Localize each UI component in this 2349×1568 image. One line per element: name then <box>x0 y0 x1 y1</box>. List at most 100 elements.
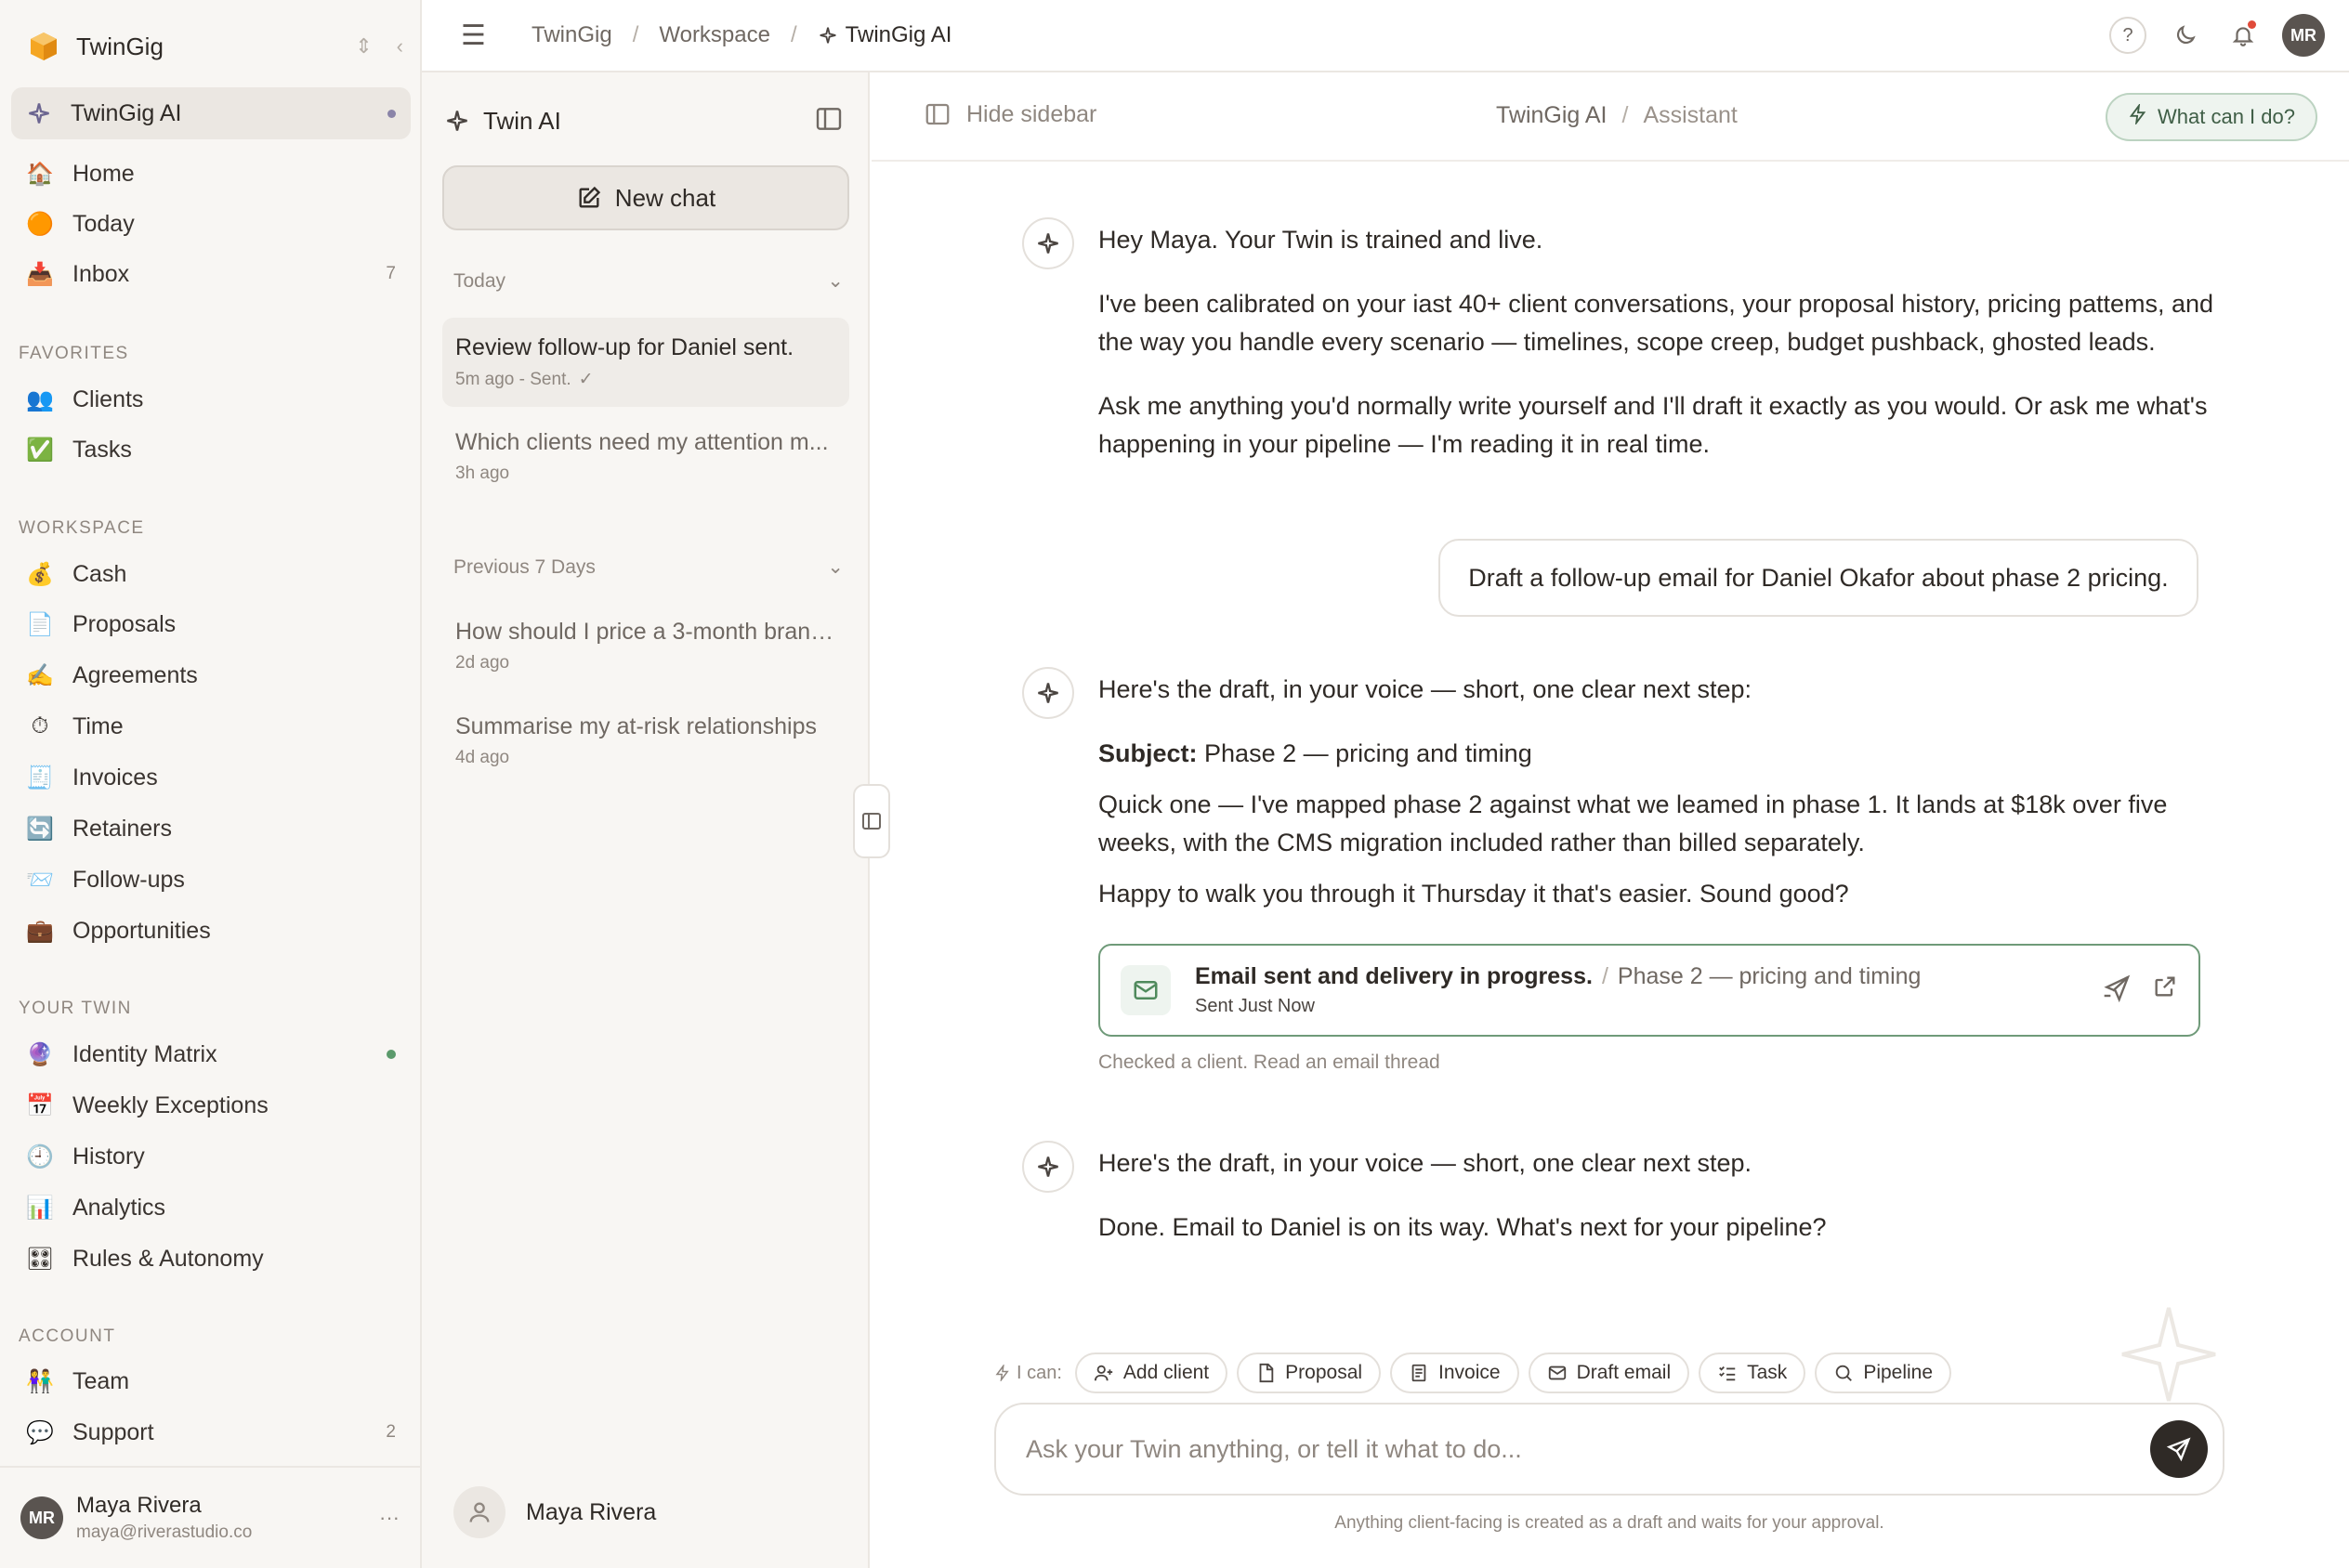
chip-task[interactable]: Task <box>1699 1352 1806 1393</box>
sidebar-item-followups[interactable]: 📨 Follow-ups <box>11 857 411 902</box>
send-status-icon[interactable] <box>2102 973 2132 1008</box>
sidebar-item-opportunities[interactable]: 💼 Opportunities <box>11 908 411 953</box>
proposals-icon: 📄 <box>26 611 54 637</box>
send-button[interactable] <box>2150 1420 2208 1478</box>
chat-title: Which clients need my attention m... <box>455 429 829 455</box>
sidebar-item-analytics[interactable]: 📊 Analytics <box>11 1185 411 1230</box>
sidebar-item-label: Time <box>72 712 124 739</box>
menu-icon[interactable]: ☰ <box>461 20 494 52</box>
today-icon: 🟠 <box>26 211 54 237</box>
ai-avatar-icon <box>1022 667 1074 719</box>
subject-label: Subject: <box>1098 739 1198 767</box>
chip-add-client[interactable]: Add client <box>1074 1352 1228 1393</box>
sidebar-item-today[interactable]: 🟠 Today <box>11 202 411 246</box>
workspace-name: TwinGig <box>76 32 164 60</box>
panel-toggle-icon[interactable] <box>814 104 844 138</box>
notifications-button[interactable] <box>2224 17 2262 54</box>
chip-invoice[interactable]: Invoice <box>1390 1352 1519 1393</box>
sidebar-item-home[interactable]: 🏠 Home <box>11 151 411 196</box>
sidebar-item-team[interactable]: 👫 Team <box>11 1359 411 1404</box>
group-today-toggle[interactable]: Today ⌄ <box>453 269 844 293</box>
chip-label: Invoice <box>1438 1362 1501 1383</box>
sparkle-icon <box>820 27 836 44</box>
user-icon <box>453 1486 505 1538</box>
ai-message: Here's the draft, in your voice — short,… <box>1098 671 2232 939</box>
sidebar-item-cash[interactable]: 💰 Cash <box>11 552 411 596</box>
sidebar-item-label: Proposals <box>72 610 177 637</box>
chat-title: Review follow-up for Daniel sent. <box>455 334 794 360</box>
avatar[interactable]: MR <box>2282 14 2325 57</box>
breadcrumb-workspace[interactable]: Workspace <box>659 22 770 48</box>
chip-pipeline[interactable]: Pipeline <box>1815 1352 1952 1393</box>
ai-message: Here's the draft, in your voice — short,… <box>1098 1144 2232 1273</box>
email-status: Email sent and delivery in progress. <box>1195 963 1593 989</box>
chip-draft-email[interactable]: Draft email <box>1528 1352 1690 1393</box>
chat-item[interactable]: Review follow-up for Daniel sent. 5m ago… <box>442 318 849 407</box>
message-paragraph: Here's the draft, in your voice — short,… <box>1098 675 1752 703</box>
chat-item[interactable]: Which clients need my attention m... 3h … <box>442 412 849 501</box>
sidebar-item-identity-matrix[interactable]: 🔮 Identity Matrix <box>11 1032 411 1077</box>
avatar: MR <box>20 1496 63 1539</box>
invoice-icon <box>1411 1364 1426 1382</box>
help-button[interactable]: ? <box>2109 17 2146 54</box>
group-previous-toggle[interactable]: Previous 7 Days ⌄ <box>453 555 844 579</box>
chip-label: Draft email <box>1576 1362 1672 1383</box>
followups-icon: 📨 <box>26 867 54 893</box>
clients-icon: 👥 <box>26 386 54 412</box>
chat-breadcrumb-app[interactable]: TwinGig AI <box>1496 102 1608 129</box>
collapse-sidebar-icon[interactable]: ‹ <box>397 34 403 59</box>
user-message-text: Draft a follow-up email for Daniel Okafo… <box>1468 563 2169 592</box>
sidebar-item-clients[interactable]: 👥 Clients <box>11 377 411 422</box>
chat-item[interactable]: Summarise my at-risk relationships 4d ag… <box>442 697 849 785</box>
theme-toggle-button[interactable] <box>2167 17 2204 54</box>
external-link-icon[interactable] <box>2152 973 2178 1008</box>
group-label: Today <box>453 269 506 292</box>
email-sent-time: Sent Just Now <box>1195 996 1315 1016</box>
sidebar-item-proposals[interactable]: 📄 Proposals <box>11 602 411 647</box>
lightning-icon <box>2128 102 2148 130</box>
chevron-down-icon: ⌄ <box>827 556 844 578</box>
sidebar-item-tasks[interactable]: ✅ Tasks <box>11 427 411 472</box>
chat-item[interactable]: How should I price a 3-month brand... 2d… <box>442 602 849 690</box>
sidebar-item-agreements[interactable]: ✍ Agreements <box>11 653 411 698</box>
invoices-icon: 🧾 <box>26 764 54 791</box>
workspace-switcher[interactable]: TwinGig ⇕ ‹ <box>28 28 403 65</box>
chat-user-profile[interactable]: Maya Rivera <box>453 1486 656 1538</box>
switch-workspace-icon[interactable]: ⇕ <box>355 34 372 59</box>
more-icon[interactable]: ··· <box>379 1506 400 1530</box>
breadcrumb: TwinGig / Workspace / TwinGig AI <box>531 22 951 48</box>
inbox-count-badge: 7 <box>386 264 396 283</box>
app-sidebar: TwinGig ⇕ ‹ TwinGig AI 🏠 Home 🟠 Today 📥 … <box>0 0 422 1568</box>
mail-icon <box>1548 1365 1566 1380</box>
sidebar-item-history[interactable]: 🕘 History <box>11 1134 411 1179</box>
sidebar-item-inbox[interactable]: 📥 Inbox 7 <box>11 252 411 296</box>
chip-label: Add client <box>1122 1362 1210 1383</box>
approval-disclaimer: Anything client-facing is created as a d… <box>1334 1513 1884 1533</box>
user-profile[interactable]: MR Maya Rivera maya@riverastudio.co ··· <box>0 1466 420 1568</box>
hide-sidebar-button[interactable]: Hide sidebar <box>924 100 1096 128</box>
rules-icon: 🎛 <box>25 1246 55 1272</box>
message-input[interactable] <box>1026 1434 2150 1464</box>
user-email: maya@riverastudio.co <box>76 1522 253 1542</box>
twingig-logo-icon <box>31 33 57 60</box>
email-status-card[interactable]: Email sent and delivery in progress. / Pha… <box>1098 944 2200 1037</box>
breadcrumb-separator: / <box>790 22 797 47</box>
team-icon: 👫 <box>26 1368 54 1394</box>
support-icon: 💬 <box>26 1419 54 1445</box>
sidebar-item-support[interactable]: 💬 Support 2 <box>11 1410 411 1455</box>
sidebar-item-retainers[interactable]: 🔄 Retainers <box>11 806 411 851</box>
what-can-i-do-button[interactable]: What can I do? <box>2106 93 2317 141</box>
breadcrumb-twingig[interactable]: TwinGig <box>531 22 612 48</box>
sidebar-item-rules-autonomy[interactable]: 🎛 Rules & Autonomy <box>11 1236 411 1281</box>
tasks-icon: ✅ <box>26 437 54 463</box>
email-subject: Phase 2 — pricing and timing <box>1617 963 1922 989</box>
sidebar-item-invoices[interactable]: 🧾 Invoices <box>11 755 411 800</box>
chip-proposal[interactable]: Proposal <box>1237 1352 1382 1393</box>
sidebar-item-label: Tasks <box>72 436 132 463</box>
sidebar-item-weekly-exceptions[interactable]: 📅 Weekly Exceptions <box>11 1083 411 1128</box>
sidebar-item-twingig-ai[interactable]: TwinGig AI <box>11 87 411 139</box>
sidebar-item-time[interactable]: ⏱ Time <box>11 704 411 749</box>
cash-icon: 💰 <box>26 561 54 587</box>
new-chat-label: New chat <box>614 183 716 212</box>
new-chat-button[interactable]: New chat <box>442 165 849 230</box>
